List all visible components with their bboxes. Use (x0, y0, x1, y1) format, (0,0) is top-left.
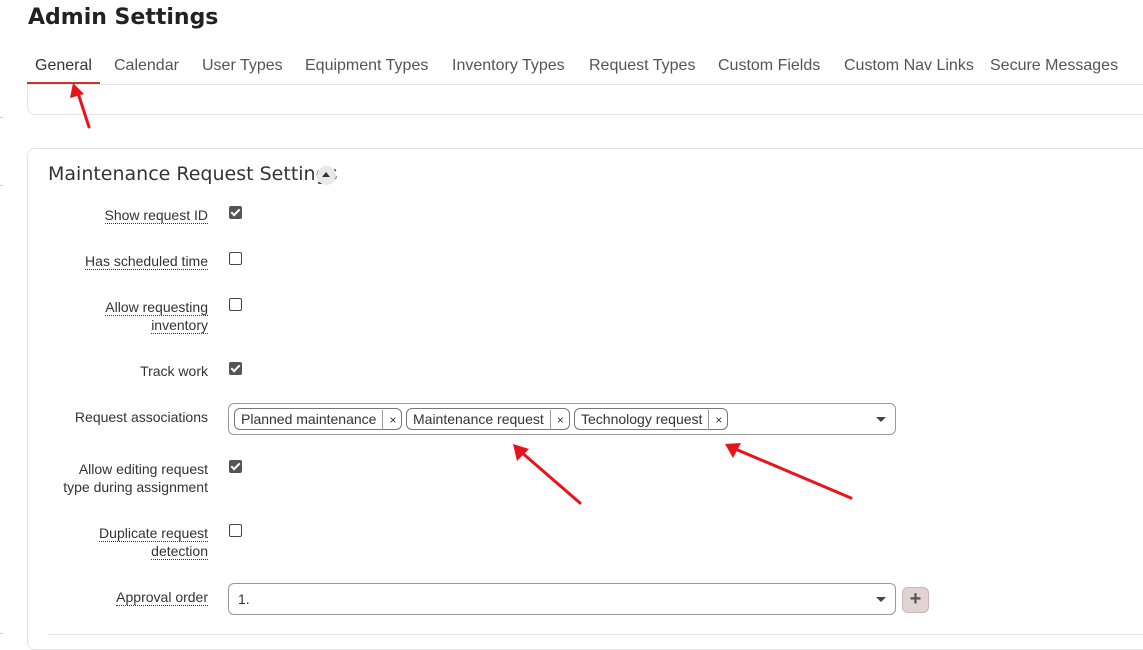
has-scheduled-time-label: Has scheduled time (85, 253, 208, 270)
remove-chip-icon[interactable]: × (549, 410, 569, 430)
edge-divider (0, 185, 3, 186)
chip-label: Technology request (581, 411, 703, 427)
section-title: Maintenance Request Settings (48, 163, 338, 185)
allow-editing-request-type-checkbox[interactable] (229, 460, 242, 473)
track-work-label: Track work (140, 363, 208, 379)
tab-custom-fields[interactable]: Custom Fields (710, 48, 828, 82)
show-request-id-checkbox[interactable] (229, 206, 242, 219)
approval-order-select[interactable]: 1. (228, 583, 896, 615)
collapse-toggle-icon[interactable] (317, 166, 336, 185)
allow-requesting-inventory-checkbox[interactable] (229, 298, 242, 311)
track-work-checkbox[interactable] (229, 362, 242, 375)
tab-general[interactable]: General (27, 48, 100, 84)
duplicate-request-detection-label: Duplicate request detection (99, 525, 208, 560)
edge-divider (0, 117, 3, 118)
duplicate-request-detection-checkbox[interactable] (229, 524, 242, 537)
settings-tabs: General Calendar User Types Equipment Ty… (27, 48, 1143, 85)
allow-editing-request-type-label: Allow editing request type during assign… (63, 461, 208, 495)
tab-secure-messages[interactable]: Secure Messages (982, 48, 1126, 82)
tab-user-types[interactable]: User Types (194, 48, 291, 82)
allow-requesting-inventory-label: Allow requesting inventory (105, 299, 208, 334)
previous-panel (27, 84, 1143, 115)
association-chip: Maintenance request × (406, 408, 570, 430)
tab-calendar[interactable]: Calendar (106, 48, 187, 82)
tab-custom-nav-links[interactable]: Custom Nav Links (836, 48, 982, 82)
remove-chip-icon[interactable]: × (708, 410, 727, 430)
edge-divider (0, 633, 3, 634)
chip-label: Planned maintenance (241, 411, 377, 427)
tab-equipment-types[interactable]: Equipment Types (297, 48, 436, 82)
chip-label: Maintenance request (413, 411, 544, 427)
chevron-down-icon[interactable] (876, 417, 886, 422)
show-request-id-label: Show request ID (104, 207, 208, 224)
remove-chip-icon[interactable]: × (382, 410, 401, 430)
chevron-down-icon[interactable] (876, 597, 886, 602)
section-divider (48, 634, 1143, 635)
add-approval-button[interactable]: + (902, 587, 929, 613)
request-associations-label: Request associations (74, 409, 208, 425)
approval-order-value: 1. (238, 591, 250, 607)
tab-inventory-types[interactable]: Inventory Types (444, 48, 573, 82)
request-associations-select[interactable]: Planned maintenance × Maintenance request… (228, 403, 896, 435)
page-title: Admin Settings (28, 5, 219, 30)
tab-request-types[interactable]: Request Types (581, 48, 703, 82)
has-scheduled-time-checkbox[interactable] (229, 252, 242, 265)
approval-order-label: Approval order (116, 589, 208, 606)
association-chip: Technology request × (574, 408, 729, 430)
association-chip: Planned maintenance × (234, 408, 403, 430)
